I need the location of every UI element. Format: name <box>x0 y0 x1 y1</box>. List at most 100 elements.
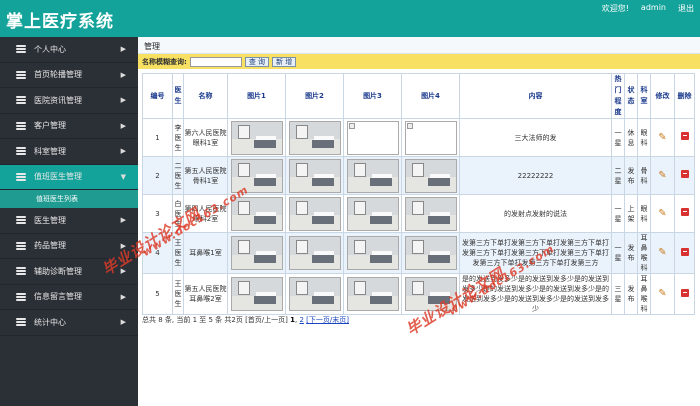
cell-picture <box>401 232 460 274</box>
room-photo[interactable] <box>230 236 283 270</box>
delete-icon[interactable] <box>680 247 689 256</box>
sidebar-item[interactable]: 医院资讯管理 ▶ <box>0 88 138 114</box>
room-photo[interactable] <box>230 120 283 155</box>
cell-picture <box>343 118 402 157</box>
cell-picture <box>227 118 286 157</box>
pager-page-2[interactable]: 2 <box>299 316 303 324</box>
welcome-text: 欢迎您! <box>601 4 629 13</box>
column-header: 名称 <box>183 73 228 119</box>
cell-picture <box>227 194 286 233</box>
cell-name: 第五人民医院耳鼻喉2室 <box>183 273 228 315</box>
chevron-right-icon: ▶ <box>120 241 126 250</box>
room-photo[interactable] <box>230 277 283 311</box>
room-photo[interactable] <box>288 158 341 193</box>
column-header: 热门程度 <box>611 73 625 119</box>
delete-icon[interactable] <box>680 208 689 216</box>
room-photo[interactable] <box>346 236 399 270</box>
chevron-right-icon: ▶ <box>120 267 126 275</box>
broken-image-icon <box>404 120 457 155</box>
room-photo[interactable] <box>404 236 457 270</box>
delete-icon[interactable] <box>680 170 689 178</box>
cell-picture <box>285 232 344 274</box>
table-row: 2 二医生 第五人民医院骨科1室 22222222 二星 发布 骨科 ✎ <box>142 156 695 195</box>
cell-status: 休息 <box>624 118 638 157</box>
cell-picture <box>401 273 460 315</box>
edit-pencil-icon[interactable]: ✎ <box>658 132 666 143</box>
sidebar-item[interactable]: 信息留言管理 ▶ <box>0 285 138 310</box>
cell-picture <box>285 273 344 315</box>
delete-icon[interactable] <box>680 132 689 140</box>
sidebar-item-label: 药品管理 <box>34 241 66 251</box>
sidebar-item-label: 信息留言管理 <box>34 292 82 302</box>
sidebar-item[interactable]: 辅助诊断管理 ▶ <box>0 259 138 285</box>
user-link[interactable]: admin <box>641 3 666 14</box>
sidebar-item[interactable]: 统计中心 ▶ <box>0 310 138 336</box>
room-photo[interactable] <box>404 158 457 193</box>
stack-icon <box>16 121 26 130</box>
add-button[interactable]: 新 增 <box>272 56 297 67</box>
cell-doctor: 王医生 <box>172 232 184 274</box>
logout-link[interactable]: 退出 <box>678 3 694 14</box>
query-button[interactable]: 查 询 <box>244 56 270 67</box>
edit-pencil-icon[interactable]: ✎ <box>658 288 666 299</box>
room-photo[interactable] <box>404 196 457 231</box>
room-photo[interactable] <box>404 277 457 311</box>
cell-id: 1 <box>142 118 173 157</box>
column-header: 图片3 <box>343 73 402 119</box>
room-photo[interactable] <box>288 277 341 311</box>
cell-id: 3 <box>142 194 173 233</box>
delete-icon[interactable] <box>680 288 689 297</box>
pager-summary: 总共 8 条, 当前 1 至 5 条 共2页 <box>142 316 243 324</box>
room-photo[interactable] <box>230 196 283 231</box>
sidebar-item-label: 辅助诊断管理 <box>34 266 82 276</box>
sidebar-item[interactable]: 科室管理 ▶ <box>0 139 138 165</box>
cell-dept: 耳鼻喉科 <box>637 273 651 315</box>
cell-dept: 耳鼻喉科 <box>637 232 651 274</box>
cell-status: 发布 <box>624 156 638 195</box>
sidebar-subitem-duty-list[interactable]: 值班医生列表 <box>0 190 138 208</box>
sidebar-item[interactable]: 药品管理 ▶ <box>0 234 138 259</box>
room-photo[interactable] <box>346 196 399 231</box>
search-input[interactable] <box>189 56 242 67</box>
room-photo[interactable] <box>346 277 399 311</box>
sidebar-item[interactable]: 客户管理 ▶ <box>0 114 138 139</box>
sidebar-item[interactable]: 首页轮播管理 ▶ <box>0 63 138 88</box>
cell-status: 发布 <box>624 232 638 274</box>
cell-picture <box>227 156 286 195</box>
chevron-right-icon: ▶ <box>120 70 126 79</box>
sidebar-nav: 个人中心 ▶ 首页轮播管理 ▶ 医院资讯管理 ▶ 客户管理 ▶ 科室管理 ▶ 值班医生管理 ▼ 值班医生… <box>0 37 138 336</box>
cell-id: 5 <box>142 273 173 315</box>
room-photo[interactable] <box>230 158 283 193</box>
sidebar-item[interactable]: 值班医生管理 ▼ <box>0 164 138 190</box>
stack-icon <box>16 241 26 250</box>
edit-pencil-icon[interactable]: ✎ <box>658 208 666 219</box>
broken-image-icon <box>346 120 399 155</box>
sidebar-item-label: 值班医生管理 <box>34 172 82 182</box>
pager-next-last[interactable]: [下一页/末页] <box>306 316 349 324</box>
room-photo[interactable] <box>288 196 341 231</box>
chevron-right-icon: ▶ <box>120 292 126 301</box>
stack-icon <box>16 45 26 54</box>
sidebar-item[interactable]: 个人中心 ▶ <box>0 37 138 63</box>
cell-content: 22222222 <box>459 156 612 195</box>
cell-edit: ✎ <box>650 118 675 157</box>
column-header: 编号 <box>142 73 173 119</box>
sidebar-item-label: 个人中心 <box>34 44 66 54</box>
column-header: 删除 <box>674 73 695 119</box>
room-photo[interactable] <box>288 236 341 270</box>
edit-pencil-icon[interactable]: ✎ <box>658 247 666 258</box>
duty-doctor-table: 编号 医生 名称 图片1 图片2 图片3 图片4 内容 热门程度 状态 科室 修改 删除 1 李医生 第六人… <box>142 73 695 315</box>
main-content: 管理 名称模糊查询: 查 询 新 增 编号 医生 名称 图片1 图片2 图片3 图片4 内容热… <box>138 37 700 406</box>
room-photo[interactable] <box>288 120 341 155</box>
sidebar-item-label: 科室管理 <box>34 146 66 156</box>
chevron-right-icon: ▶ <box>120 147 126 155</box>
cell-name: 第五人民医院骨科1室 <box>183 156 228 195</box>
cell-delete <box>674 118 695 157</box>
column-header: 图片4 <box>401 73 460 119</box>
cell-content: 发第三方下单打发第三方下单打发第三方下单打发第三方下单打发第三方下单打发第三方下… <box>459 232 612 274</box>
table-header-row: 编号 医生 名称 图片1 图片2 图片3 图片4 内容 热门程度 状态 科室 修改 删除 <box>142 73 695 119</box>
sidebar-item[interactable]: 医生管理 ▶ <box>0 208 138 234</box>
cell-name: 耳鼻喉1室 <box>183 232 228 274</box>
room-photo[interactable] <box>346 158 399 193</box>
edit-pencil-icon[interactable]: ✎ <box>658 170 666 181</box>
